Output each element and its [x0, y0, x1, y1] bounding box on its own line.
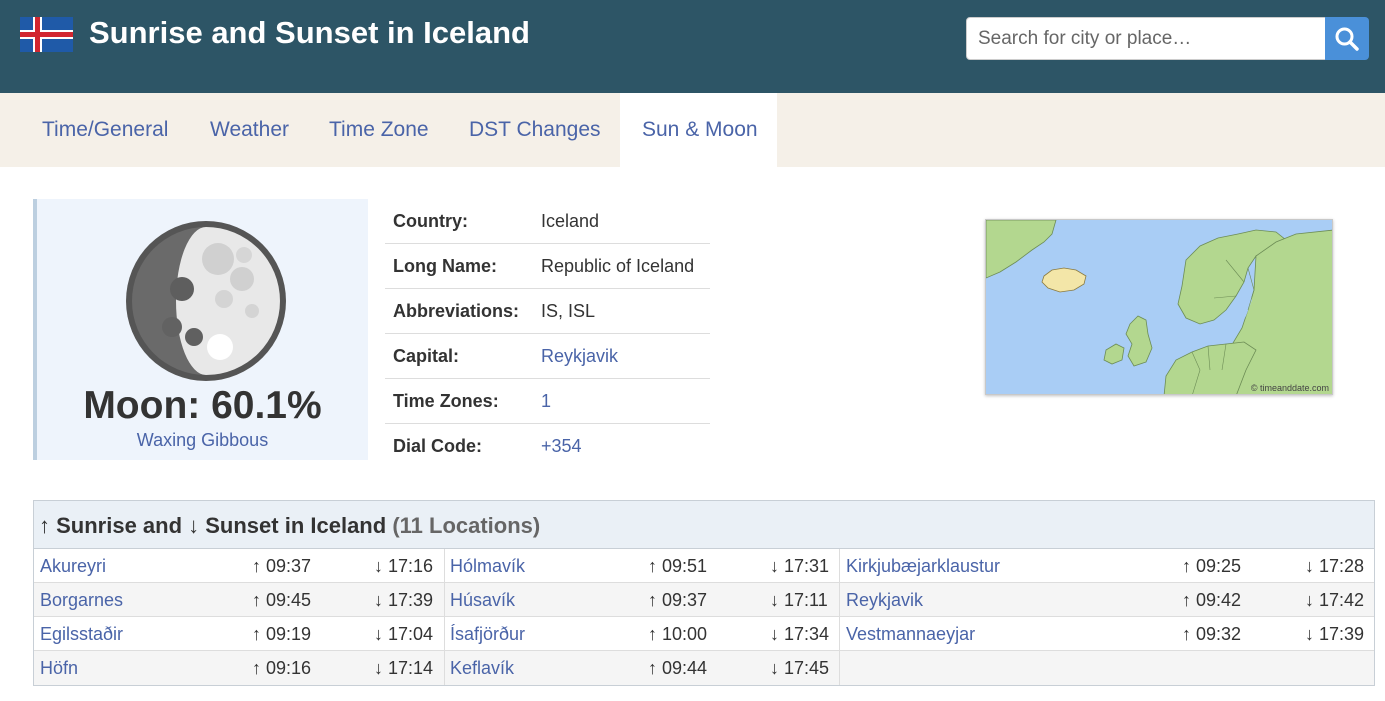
- table-row: Egilsstaðir ↑ 09:19 ↓ 17:04 Ísafjörður ↑…: [34, 617, 1374, 651]
- city-link[interactable]: Keflavík: [450, 651, 514, 685]
- search-button[interactable]: [1325, 17, 1369, 60]
- sunset-time: ↓ 17:34: [770, 624, 830, 644]
- table-heading: ↑ Sunrise and ↓ Sunset in Iceland (11 Lo…: [34, 501, 1374, 549]
- sunrise-time: ↑ 09:19: [252, 624, 312, 644]
- site-header: Sunrise and Sunset in Iceland: [0, 0, 1385, 93]
- city-link[interactable]: Borgarnes: [40, 583, 123, 617]
- info-value: Iceland: [541, 211, 600, 231]
- sunrise-time: ↑ 09:42: [1182, 590, 1242, 610]
- city-link[interactable]: Kirkjubæjarklaustur: [846, 549, 1000, 583]
- sunrise-time: ↑ 09:51: [648, 556, 708, 576]
- sunset-time: ↓ 17:28: [1305, 556, 1365, 576]
- column-divider: [839, 549, 840, 685]
- sunset-time: ↓ 17:14: [374, 658, 434, 678]
- sunset-time: ↓ 17:39: [374, 590, 434, 610]
- sunrise-time: ↑ 09:32: [1182, 624, 1242, 644]
- info-row-country: Country: Iceland: [385, 199, 710, 244]
- moon-panel: Moon: 60.1% Waxing Gibbous: [33, 199, 368, 460]
- table-row: Höfn ↑ 09:16 ↓ 17:14 Keflavík ↑ 09:44 ↓ …: [34, 651, 1374, 685]
- info-label: Dial Code:: [393, 436, 483, 456]
- table-row: Akureyri ↑ 09:37 ↓ 17:16 Hólmavík ↑ 09:5…: [34, 549, 1374, 583]
- dial-code-link[interactable]: +354: [541, 424, 582, 469]
- sunset-time: ↓ 17:42: [1305, 590, 1365, 610]
- sunrise-time: ↑ 09:37: [648, 590, 708, 610]
- page-title: Sunrise and Sunset in Iceland: [89, 15, 530, 50]
- info-label: Country:: [393, 211, 468, 231]
- nav-tabs: Time/General Weather Time Zone DST Chang…: [0, 93, 1385, 167]
- sunrise-sunset-table: ↑ Sunrise and ↓ Sunset in Iceland (11 Lo…: [33, 500, 1375, 686]
- location-map[interactable]: © timeanddate.com: [985, 219, 1333, 395]
- tab-weather[interactable]: Weather: [210, 93, 289, 167]
- moon-illumination: Moon: 60.1%: [83, 384, 322, 427]
- tab-time-general[interactable]: Time/General: [42, 93, 168, 167]
- tab-sun-moon[interactable]: Sun & Moon: [620, 93, 777, 167]
- info-label: Abbreviations:: [393, 301, 520, 321]
- info-label: Capital:: [393, 346, 460, 366]
- sunset-time: ↓ 17:11: [770, 590, 828, 610]
- moon-phase-icon: [126, 221, 286, 381]
- sunset-time: ↓ 17:45: [770, 658, 830, 678]
- magnifier-icon: [1335, 27, 1359, 51]
- info-row-dial-code: Dial Code: +354: [385, 424, 710, 469]
- sunset-time: ↓ 17:16: [374, 556, 434, 576]
- table-heading-text: ↑ Sunrise and ↓ Sunset in Iceland (11 Lo…: [39, 501, 540, 551]
- sunrise-time: ↑ 09:37: [252, 556, 312, 576]
- country-info-table: Country: Iceland Long Name: Republic of …: [385, 199, 710, 469]
- capital-link[interactable]: Reykjavik: [541, 334, 618, 379]
- iceland-flag-icon: [20, 17, 73, 52]
- column-divider: [444, 549, 445, 685]
- info-value: Republic of Iceland: [541, 256, 695, 276]
- sunrise-time: ↑ 10:00: [648, 624, 708, 644]
- city-link[interactable]: Húsavík: [450, 583, 515, 617]
- info-label: Time Zones:: [393, 391, 499, 411]
- city-link[interactable]: Hólmavík: [450, 549, 525, 583]
- map-credit: © timeanddate.com: [1250, 383, 1329, 393]
- city-link[interactable]: Vestmannaeyjar: [846, 617, 975, 651]
- location-count: (11 Locations): [392, 513, 541, 538]
- sunset-time: ↓ 17:39: [1305, 624, 1365, 644]
- table-heading-title: ↑ Sunrise and ↓ Sunset in Iceland: [39, 513, 387, 538]
- info-row-capital: Capital: Reykjavik: [385, 334, 710, 379]
- sunrise-time: ↑ 09:44: [648, 658, 708, 678]
- search-input[interactable]: [966, 17, 1326, 60]
- sunset-time: ↓ 17:31: [770, 556, 830, 576]
- sunrise-time: ↑ 09:45: [252, 590, 312, 610]
- tab-dst-changes[interactable]: DST Changes: [469, 93, 601, 167]
- sunset-time: ↓ 17:04: [374, 624, 434, 644]
- sunrise-time: ↑ 09:25: [1182, 556, 1242, 576]
- city-link[interactable]: Egilsstaðir: [40, 617, 123, 651]
- table-row: Borgarnes ↑ 09:45 ↓ 17:39 Húsavík ↑ 09:3…: [34, 583, 1374, 617]
- info-row-abbreviations: Abbreviations: IS, ISL: [385, 289, 710, 334]
- tab-time-zone[interactable]: Time Zone: [329, 93, 429, 167]
- info-value: IS, ISL: [541, 301, 596, 321]
- info-row-long-name: Long Name: Republic of Iceland: [385, 244, 710, 289]
- time-zones-link[interactable]: 1: [541, 379, 551, 424]
- info-label: Long Name:: [393, 256, 498, 276]
- city-link[interactable]: Reykjavik: [846, 583, 923, 617]
- info-row-time-zones: Time Zones: 1: [385, 379, 710, 424]
- europe-map-graphic: [986, 220, 1332, 394]
- city-link[interactable]: Akureyri: [40, 549, 106, 583]
- city-link[interactable]: Höfn: [40, 651, 78, 685]
- moon-phase-link[interactable]: Waxing Gibbous: [37, 429, 368, 451]
- sunrise-time: ↑ 09:16: [252, 658, 312, 678]
- city-link[interactable]: Ísafjörður: [450, 617, 525, 651]
